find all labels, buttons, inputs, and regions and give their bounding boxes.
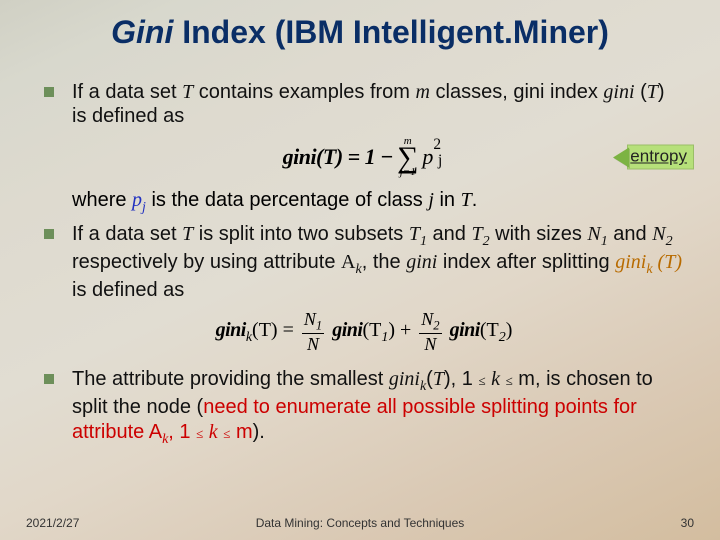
text: contains examples from bbox=[193, 81, 415, 103]
title-gini: Gini bbox=[111, 14, 173, 50]
text: If a data set bbox=[72, 223, 182, 245]
var-k: k bbox=[491, 368, 500, 390]
formula-gini-split: ginik(T) = N1 N gini(T1) + N2 N gini(T2) bbox=[44, 310, 684, 353]
f2-gini: gini bbox=[450, 319, 480, 341]
den-N: N bbox=[305, 335, 321, 353]
sum-lower: j=1 bbox=[400, 168, 416, 178]
paren: (T bbox=[362, 319, 381, 341]
p-squared-j: p2j bbox=[422, 144, 445, 170]
slide-footer: 2021/2/27 Data Mining: Concepts and Tech… bbox=[0, 516, 720, 530]
func-gini: gini bbox=[389, 368, 420, 390]
num-N: N bbox=[304, 309, 316, 329]
text: classes, gini index bbox=[430, 81, 603, 103]
text: is defined as bbox=[72, 279, 184, 301]
paren: ) bbox=[675, 251, 682, 273]
var-A: A bbox=[341, 251, 355, 273]
text: , the bbox=[362, 251, 406, 273]
var-N2: N bbox=[652, 223, 665, 245]
text: where bbox=[72, 189, 132, 211]
paren-close: ) bbox=[506, 319, 513, 341]
paren: ( bbox=[426, 368, 433, 390]
formula-gini-expr: gini(T) = 1 − m ∑ j=1 p2j bbox=[283, 137, 446, 178]
entropy-callout[interactable]: entropy bbox=[613, 145, 694, 170]
var-T: T bbox=[461, 189, 472, 211]
var-T1: T bbox=[409, 223, 420, 245]
f2-gini: gini bbox=[332, 319, 362, 341]
var-T: T bbox=[647, 81, 658, 103]
text: and bbox=[427, 223, 471, 245]
paren: (T bbox=[480, 319, 499, 341]
text: ). bbox=[253, 421, 265, 443]
sub-2: 2 bbox=[483, 234, 490, 249]
arrow-left-icon bbox=[613, 147, 629, 167]
var-T: T bbox=[182, 81, 193, 103]
text: and bbox=[608, 223, 652, 245]
var-p: p bbox=[422, 144, 433, 170]
sigma-symbol: ∑ bbox=[397, 147, 418, 168]
slide-root: Gini Index (IBM Intelligent.Miner) If a … bbox=[0, 0, 720, 540]
slide-body: If a data set T contains examples from m… bbox=[44, 80, 684, 456]
var-N1: N bbox=[587, 223, 600, 245]
leq-icon: ≤ bbox=[196, 426, 203, 441]
f2-eq: (T) = bbox=[252, 319, 299, 341]
formula-lhs: gini(T) = 1 − bbox=[283, 144, 393, 170]
text: with sizes bbox=[490, 223, 588, 245]
leq-icon: ≤ bbox=[478, 373, 485, 388]
var-T: T bbox=[182, 223, 193, 245]
text: If a data set bbox=[72, 81, 182, 103]
frac-n1-n: N1 N bbox=[302, 310, 324, 353]
num-2: 2 bbox=[433, 319, 439, 333]
slide-title: Gini Index (IBM Intelligent.Miner) bbox=[0, 14, 720, 51]
sigma-icon: m ∑ j=1 bbox=[397, 137, 418, 178]
num-1: 1 bbox=[316, 319, 322, 333]
text: ), 1 bbox=[444, 368, 473, 390]
leq-icon: ≤ bbox=[223, 426, 230, 441]
paren: ( bbox=[653, 251, 665, 273]
text: respectively by using attribute bbox=[72, 251, 341, 273]
footer-page-number: 30 bbox=[681, 516, 694, 530]
text: . bbox=[472, 189, 478, 211]
text: is split into two subsets bbox=[193, 223, 409, 245]
sub-2: 2 bbox=[666, 234, 673, 249]
func-gini: gini bbox=[603, 81, 634, 103]
bullet-3: The attribute providing the smallest gin… bbox=[44, 367, 684, 448]
den-N: N bbox=[422, 335, 438, 353]
bullet-1: If a data set T contains examples from m… bbox=[44, 80, 684, 129]
footer-title: Data Mining: Concepts and Techniques bbox=[0, 516, 720, 530]
where-clause: where pj is the data percentage of class… bbox=[44, 188, 684, 216]
sub-1: 1 bbox=[420, 234, 427, 249]
text: The attribute providing the smallest bbox=[72, 368, 389, 390]
f2-gini: gini bbox=[216, 319, 246, 341]
var-p: p bbox=[132, 189, 142, 211]
bullet-icon bbox=[44, 374, 54, 384]
sub-j: j bbox=[438, 152, 442, 170]
title-rest: Index (IBM Intelligent.Miner) bbox=[173, 14, 609, 50]
var-T2: T bbox=[471, 223, 482, 245]
sub-1: 1 bbox=[601, 234, 608, 249]
plus: ) + bbox=[388, 319, 416, 341]
var-m: m bbox=[416, 81, 430, 103]
bullet-icon bbox=[44, 87, 54, 97]
red-text: m bbox=[236, 421, 253, 443]
entropy-label: entropy bbox=[627, 145, 694, 170]
text: is the data percentage of class bbox=[146, 189, 428, 211]
sub-2: 2 bbox=[499, 330, 506, 345]
var-T: T bbox=[664, 251, 675, 273]
func-gini: gini bbox=[406, 251, 437, 273]
bullet-2: If a data set T is split into two subset… bbox=[44, 222, 684, 303]
leq-icon: ≤ bbox=[506, 373, 513, 388]
num-N: N bbox=[421, 309, 433, 329]
var-T: T bbox=[433, 368, 444, 390]
text: in bbox=[434, 189, 461, 211]
func-gini-k: gini bbox=[615, 251, 646, 273]
text: ( bbox=[635, 81, 647, 103]
frac-n2-n: N2 N bbox=[419, 310, 441, 353]
var-k: k bbox=[209, 421, 218, 443]
text: index after splitting bbox=[437, 251, 615, 273]
red-text: , 1 bbox=[168, 421, 190, 443]
formula-gini: gini(T) = 1 − m ∑ j=1 p2j entropy bbox=[44, 137, 684, 178]
bullet-icon bbox=[44, 229, 54, 239]
